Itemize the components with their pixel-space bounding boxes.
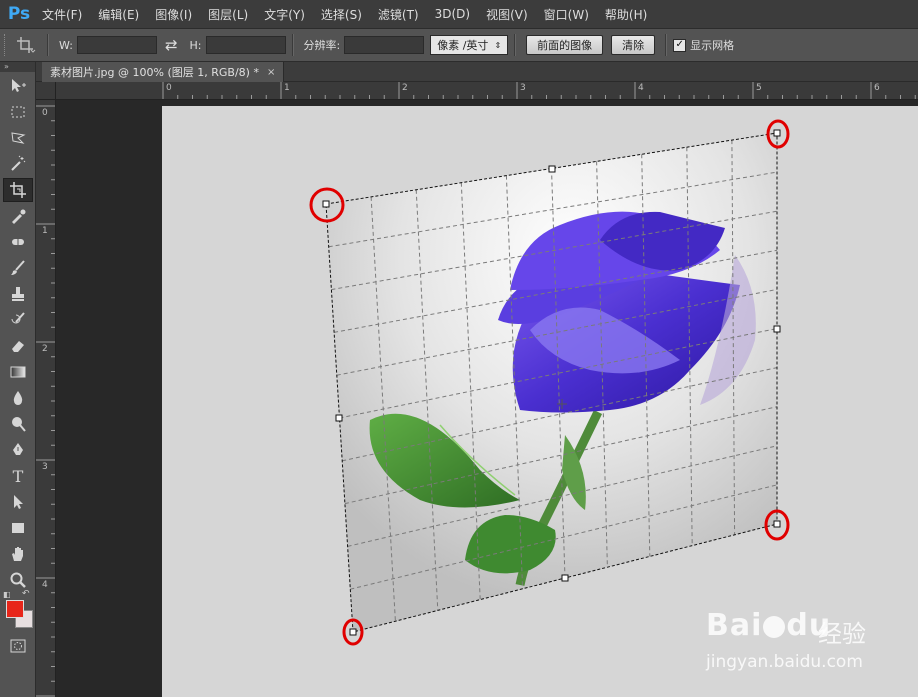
watermark-service: 经验 (818, 620, 866, 648)
handle-top-right[interactable] (773, 129, 781, 137)
handle-top-left[interactable] (322, 200, 330, 208)
watermark-brand: Bai du (706, 608, 831, 643)
handle-left-middle[interactable] (335, 414, 343, 422)
paw-icon (763, 615, 786, 638)
rose-photo (326, 133, 777, 632)
perspective-crop-overlay[interactable] (0, 0, 918, 697)
baidu-watermark: Bai du 经验 jingyan.baidu.com (700, 600, 910, 675)
handle-bottom-right[interactable] (773, 520, 781, 528)
watermark-brand-text: Bai (706, 608, 763, 643)
handle-top-middle[interactable] (548, 165, 556, 173)
handle-right-middle[interactable] (773, 325, 781, 333)
watermark-url: jingyan.baidu.com (706, 652, 863, 672)
handle-bottom-left[interactable] (349, 628, 357, 636)
handle-bottom-middle[interactable] (561, 574, 569, 582)
